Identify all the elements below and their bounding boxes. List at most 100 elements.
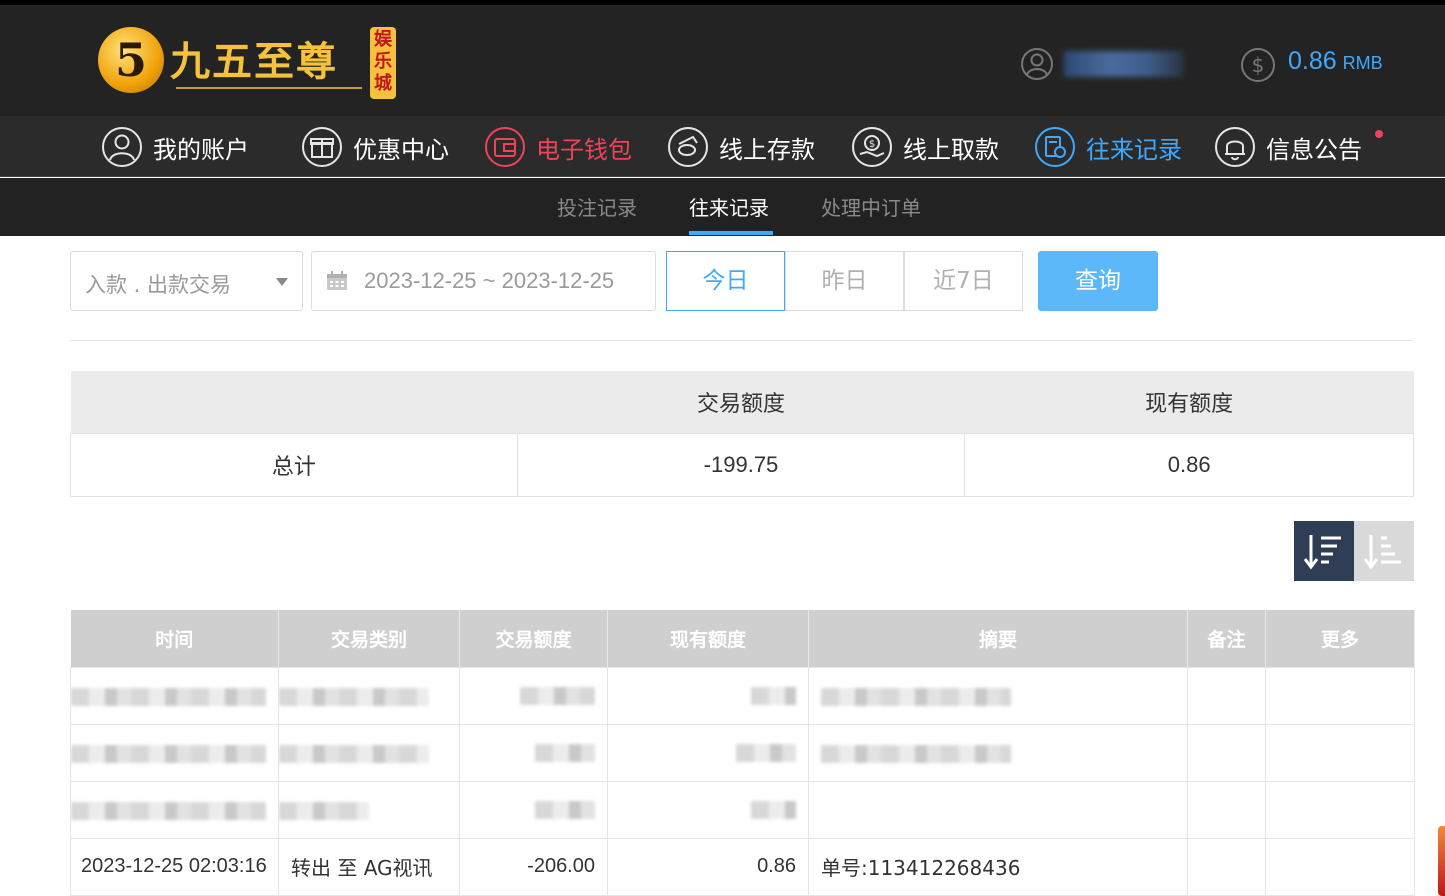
row-more[interactable] — [1265, 837, 1415, 896]
redacted-cell — [71, 802, 266, 820]
redacted-cell — [535, 743, 595, 762]
records-icon — [1035, 127, 1075, 167]
redacted-cell — [821, 688, 1011, 706]
redacted-cell — [736, 743, 796, 762]
summary-total-row: 总计 -199.75 0.86 — [70, 432, 1414, 497]
sub-nav: 投注记录 往来记录 处理中订单 — [0, 178, 1445, 236]
gift-icon — [302, 127, 342, 167]
balance-currency: RMB — [1342, 53, 1383, 73]
summary-header: 现有额度 — [964, 371, 1414, 433]
subtab-transaction-records[interactable]: 往来记录 — [689, 192, 769, 221]
nav-transaction-records[interactable]: 往来记录 — [1034, 125, 1182, 169]
dollar-coin-icon: $ — [1241, 48, 1275, 82]
subtab-active-indicator — [689, 231, 773, 235]
logo-title: 九五至尊 — [170, 38, 338, 85]
nav-label: 信息公告 — [1266, 135, 1362, 164]
balance-value: 0.86 — [1288, 47, 1337, 75]
caret-down-icon — [276, 278, 288, 286]
summary-header: 交易额度 — [517, 371, 965, 433]
top-header: 5 九五至尊 娱乐城 $ 0.86 RMB — [0, 0, 1445, 116]
query-button[interactable]: 查询 — [1038, 251, 1158, 311]
nav-label: 线上取款 — [903, 135, 999, 164]
column-header-amount[interactable]: 交易额度 — [459, 610, 608, 667]
sort-descending-button[interactable] — [1294, 521, 1354, 581]
nav-promotions[interactable]: 优惠中心 — [301, 125, 449, 169]
calendar-icon — [327, 271, 347, 290]
nav-label: 往来记录 — [1086, 135, 1182, 164]
row-balance: 0.86 — [607, 837, 809, 896]
column-header-note[interactable]: 备注 — [1187, 610, 1266, 667]
row-time: 2023-12-25 02:03:16 — [70, 837, 279, 896]
username-redacted — [1064, 51, 1184, 77]
nav-announcements[interactable]: 信息公告 — [1214, 125, 1362, 169]
row-amount: -206.00 — [459, 837, 608, 896]
summary-table: 交易额度 现有额度 总计 -199.75 0.86 — [70, 371, 1414, 497]
records-header-row: 时间 交易类别 交易额度 现有额度 摘要 备注 更多 — [70, 610, 1415, 667]
row-note — [1187, 837, 1266, 896]
records-table: 时间 交易类别 交易额度 现有额度 摘要 备注 更多 2023-12-25 02… — [70, 610, 1415, 896]
user-info[interactable] — [1020, 47, 1184, 81]
user-icon — [1021, 48, 1053, 80]
column-header-summary[interactable]: 摘要 — [808, 610, 1188, 667]
summary-total-label: 总计 — [70, 432, 518, 497]
redacted-cell — [279, 688, 429, 706]
user-circle-icon — [102, 127, 142, 167]
redacted-cell — [279, 802, 369, 820]
nav-online-deposit[interactable]: 线上存款 — [667, 125, 815, 169]
nav-online-withdraw[interactable]: $ 线上取款 — [851, 125, 999, 169]
svg-text:$: $ — [1252, 53, 1265, 77]
logo-flourish — [176, 87, 362, 97]
table-row-redacted — [70, 780, 1415, 839]
subtab-bet-records[interactable]: 投注记录 — [557, 192, 637, 221]
transaction-type-select[interactable]: 入款 . 出款交易 — [70, 251, 303, 311]
redacted-cell — [821, 745, 1011, 763]
nav-label: 我的账户 — [153, 135, 249, 164]
table-row-redacted — [70, 666, 1415, 725]
wallet-icon — [485, 127, 525, 167]
date-range-value: 2023-12-25 ~ 2023-12-25 — [364, 268, 615, 293]
summary-total-amount: -199.75 — [516, 432, 966, 497]
row-type: 转出 至 AG视讯 — [278, 837, 460, 896]
nav-label: 优惠中心 — [353, 135, 449, 164]
row-summary: 单号:113412268436 — [808, 837, 1188, 896]
yesterday-button[interactable]: 昨日 — [785, 251, 904, 311]
logo-subtitle: 娱乐城 — [370, 27, 396, 99]
withdraw-icon: $ — [852, 127, 892, 167]
sort-ascending-button[interactable] — [1354, 521, 1414, 581]
last-7-days-button[interactable]: 近7日 — [904, 251, 1023, 311]
column-header-balance[interactable]: 现有额度 — [607, 610, 809, 667]
column-header-more[interactable]: 更多 — [1265, 610, 1415, 667]
redacted-cell — [279, 745, 429, 763]
subtab-pending-orders[interactable]: 处理中订单 — [821, 192, 921, 221]
svg-text:$: $ — [869, 139, 875, 150]
site-logo[interactable]: 5 九五至尊 娱乐城 — [98, 23, 398, 105]
deposit-icon — [668, 127, 708, 167]
nav-label: 线上存款 — [719, 135, 815, 164]
today-button[interactable]: 今日 — [666, 251, 785, 311]
main-nav: 我的账户 优惠中心 电子钱包 线上存款 $ 线上取款 往来记录 信息公告 — [0, 116, 1445, 177]
nav-my-account[interactable]: 我的账户 — [101, 125, 249, 169]
notification-dot — [1375, 130, 1383, 138]
redacted-cell — [535, 800, 595, 819]
balance-display: $ 0.86 RMB — [1240, 47, 1383, 83]
summary-header-row: 交易额度 现有额度 — [70, 371, 1414, 433]
table-row[interactable]: 2023-12-25 02:03:16 转出 至 AG视讯 -206.00 0.… — [70, 837, 1415, 896]
date-range-picker[interactable]: 2023-12-25 ~ 2023-12-25 — [311, 251, 656, 311]
summary-header — [70, 371, 518, 433]
table-row-redacted — [70, 723, 1415, 782]
column-header-type[interactable]: 交易类别 — [278, 610, 460, 667]
side-float-widget[interactable] — [1438, 826, 1445, 896]
summary-total-balance: 0.86 — [964, 432, 1414, 497]
divider — [70, 340, 1414, 341]
redacted-cell — [71, 688, 266, 706]
sort-descending-icon — [1303, 535, 1341, 570]
sort-ascending-icon — [1363, 535, 1401, 570]
column-header-time[interactable]: 时间 — [70, 610, 279, 667]
redacted-cell — [751, 686, 796, 705]
bell-icon — [1215, 127, 1255, 167]
nav-label: 电子钱包 — [536, 135, 632, 164]
nav-e-wallet[interactable]: 电子钱包 — [484, 125, 632, 169]
redacted-cell — [520, 686, 595, 705]
transaction-type-value: 入款 . 出款交易 — [85, 273, 232, 297]
redacted-cell — [751, 800, 796, 819]
